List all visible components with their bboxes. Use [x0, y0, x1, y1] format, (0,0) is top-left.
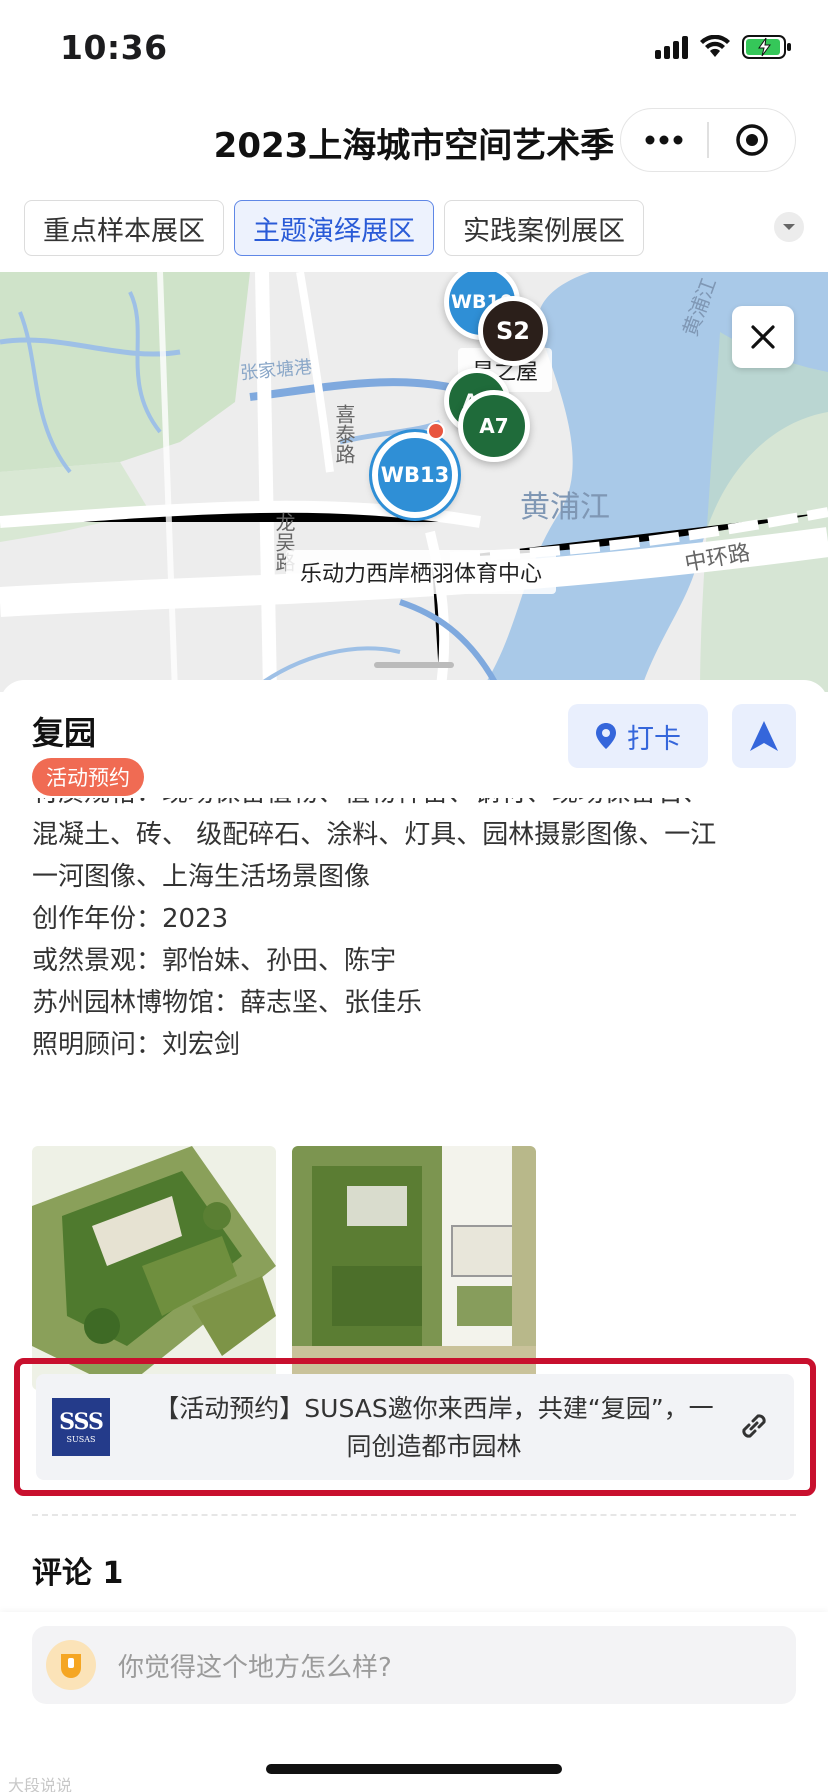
photo-gallery: [32, 1146, 536, 1390]
avatar-icon: [61, 1654, 81, 1678]
river-label: 黄浦江: [520, 490, 610, 525]
description-line: 苏州园林博物馆：薛志坚、张佳乐: [32, 988, 423, 1018]
app-header: 2023上海城市空间艺术季: [0, 100, 828, 196]
status-bar: 10:36: [0, 0, 828, 100]
highlight-frame: SSS SUSAS 【活动预约】SUSAS邀你来西岸，共建“复园”，一同创造都市…: [14, 1358, 816, 1496]
target-icon: [736, 124, 768, 156]
watermark: 大段说说: [8, 1776, 73, 1792]
comment-placeholder: 你觉得这个地方怎么样?: [118, 1652, 392, 1683]
map-view[interactable]: 黄浦江 黄浦江 中环路 喜泰路 龙吴路 张家塘港 星之屋 WB10 S2 A6 …: [0, 272, 828, 692]
signal-icon: [655, 35, 688, 59]
activity-link-text: 【活动预约】SUSAS邀你来西岸，共建“复园”，一同创造都市园林: [154, 1394, 714, 1461]
description-line: 混凝土、砖、 级配碎石、涂料、灯具、园林摄影图像、一江: [32, 820, 717, 850]
map-pin-s2[interactable]: S2: [478, 296, 548, 366]
description-line: 照明顾问：刘宏剑: [32, 1030, 241, 1060]
red-dot-marker: [427, 422, 445, 440]
description-line: 或然景观：郭怡妹、孙田、陈宇: [32, 946, 397, 976]
garden-photo-1[interactable]: [32, 1146, 276, 1390]
road-label-xitai: 喜泰路: [332, 404, 356, 464]
garden-photo-2[interactable]: [292, 1146, 536, 1390]
navigate-button[interactable]: [732, 704, 796, 768]
section-divider: [32, 1514, 796, 1516]
miniapp-capsule: [620, 108, 796, 172]
close-miniapp-button[interactable]: [709, 109, 795, 171]
activity-link-card[interactable]: SSS SUSAS 【活动预约】SUSAS邀你来西岸，共建“复园”，一同创造都市…: [36, 1374, 794, 1480]
comments-title: 评论 1: [32, 1556, 124, 1591]
user-avatar: [46, 1640, 96, 1690]
description-line: 一河图像、上海生活场景图像: [32, 862, 371, 892]
wifi-icon: [700, 35, 730, 59]
close-icon: [751, 325, 775, 349]
activity-tag: 活动预约: [32, 758, 144, 796]
place-name: 复园: [32, 714, 97, 752]
logo-text: SUSAS: [66, 1434, 96, 1444]
pin-label-selected[interactable]: 乐动力西岸栖羽体育中心: [286, 550, 557, 594]
tabs-expand-button[interactable]: [774, 212, 804, 242]
comment-input[interactable]: 你觉得这个地方怎么样?: [32, 1626, 796, 1704]
comment-bar: 你觉得这个地方怎么样? 大段说说: [0, 1612, 828, 1792]
chevron-down-icon: [783, 224, 795, 230]
logo-mark: SSS: [59, 1408, 104, 1435]
description-line: 创作年份：2023: [32, 904, 229, 934]
status-time: 10:36: [60, 28, 168, 67]
status-icons: [655, 34, 792, 60]
description-line: 材质规格：现场保留植物、植物种苗、钢材、现场保留石、: [32, 798, 802, 814]
checkin-label: 打卡: [627, 723, 681, 755]
tab-theme-interpretation[interactable]: 主题演绎展区: [234, 200, 434, 256]
map-pin-a7[interactable]: A7: [458, 390, 530, 462]
more-dots-icon: [645, 135, 683, 145]
checkin-button[interactable]: 打卡: [568, 704, 708, 768]
susas-logo: SSS SUSAS: [52, 1398, 110, 1456]
link-icon: [736, 1408, 772, 1448]
map-pin-wb13-selected[interactable]: WB13: [369, 429, 461, 521]
location-pin-icon: [596, 723, 616, 749]
zone-tabs: 重点样本展区 主题演绎展区 实践案例展区: [24, 200, 644, 256]
battery-icon: [742, 34, 792, 60]
sheet-drag-handle[interactable]: [374, 662, 454, 668]
home-indicator: [266, 1764, 562, 1774]
navigation-arrow-icon: [750, 721, 778, 751]
more-button[interactable]: [621, 109, 707, 171]
tab-key-samples[interactable]: 重点样本展区: [24, 200, 224, 256]
tab-practice-cases[interactable]: 实践案例展区: [444, 200, 644, 256]
map-close-button[interactable]: [732, 306, 794, 368]
